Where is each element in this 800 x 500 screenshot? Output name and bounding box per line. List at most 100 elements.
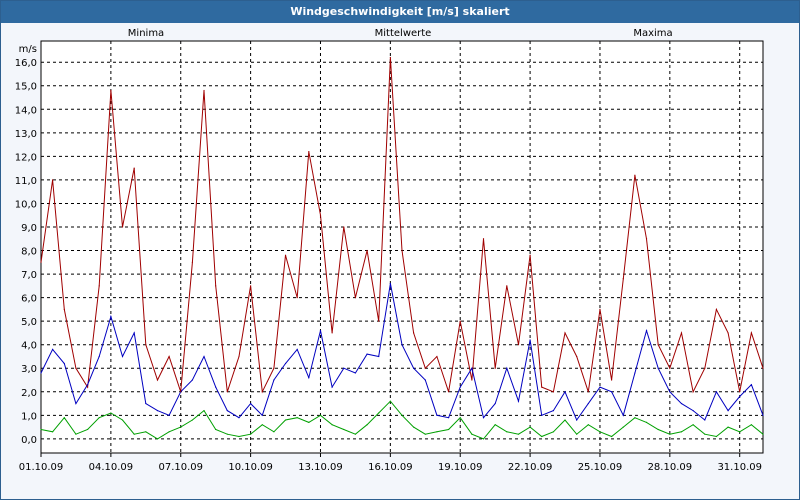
data-point-minima [168, 431, 170, 433]
data-point-minima [436, 431, 438, 433]
data-point-minima [471, 433, 473, 435]
data-point-maxima [75, 367, 77, 369]
data-point-maxima [203, 89, 205, 92]
legend-minima: Minima [128, 28, 164, 39]
data-point-mittelwerte [611, 391, 613, 393]
data-point-mittelwerte [622, 414, 624, 416]
data-point-mittelwerte [564, 391, 566, 393]
data-point-mittelwerte [354, 372, 357, 374]
data-point-mittelwerte [40, 372, 42, 374]
data-point-minima [121, 419, 124, 421]
data-point-minima [750, 424, 752, 426]
data-point-mittelwerte [366, 353, 368, 355]
data-point-mittelwerte [727, 410, 729, 412]
x-tick-label: 10.10.09 [228, 462, 273, 473]
data-point-mittelwerte [343, 367, 345, 369]
data-point-mittelwerte [576, 419, 578, 421]
x-tick-label: 31.10.09 [717, 462, 762, 473]
data-point-maxima [133, 167, 135, 169]
data-point-minima [657, 428, 659, 431]
y-tick-label: 15,0 [15, 82, 37, 93]
x-tick-label: 07.10.09 [158, 462, 203, 473]
data-point-mittelwerte [506, 367, 508, 369]
data-point-maxima [378, 320, 380, 322]
data-point-maxima [98, 285, 100, 287]
data-point-maxima [541, 386, 543, 388]
data-point-minima [611, 435, 613, 438]
data-point-maxima [261, 391, 263, 393]
data-point-minima [506, 431, 508, 433]
x-tick-label: 22.10.09 [508, 462, 553, 473]
data-point-minima [296, 417, 298, 419]
data-point-mittelwerte [250, 402, 252, 405]
data-point-maxima [447, 391, 450, 393]
data-point-maxima [354, 297, 357, 299]
wind-speed-chart: 0,0 1,0 2,0 3,0 4,0 5,0 6,0 7,0 8,0 9,0 10,0 11,0 12… [15, 28, 764, 473]
data-point-minima [145, 431, 147, 433]
data-point-mittelwerte [494, 402, 496, 405]
y-tick-label: 14,0 [15, 105, 37, 116]
data-point-mittelwerte [191, 379, 193, 381]
data-point-mittelwerte [261, 414, 263, 416]
data-point-mittelwerte [133, 332, 135, 334]
y-tick-label: 13,0 [15, 129, 37, 140]
data-point-maxima [529, 254, 531, 256]
data-point-minima [378, 412, 380, 414]
data-point-maxima [86, 386, 89, 388]
data-point-mittelwerte [750, 384, 752, 386]
data-point-maxima [587, 391, 589, 393]
data-point-minima [692, 424, 694, 426]
data-point-minima [564, 419, 566, 421]
data-point-minima [308, 421, 310, 423]
data-point-mittelwerte [215, 386, 217, 388]
data-point-maxima [622, 278, 624, 280]
data-point-minima [727, 426, 729, 428]
data-point-mittelwerte [436, 414, 438, 416]
data-point-maxima [715, 308, 718, 310]
data-point-minima [40, 428, 42, 431]
data-point-maxima [599, 308, 601, 310]
data-point-maxima [40, 261, 42, 263]
data-point-maxima [121, 226, 124, 228]
data-point-minima [98, 417, 100, 419]
data-point-minima [447, 428, 450, 431]
data-point-minima [762, 433, 764, 435]
data-point-maxima [762, 367, 764, 369]
data-point-maxima [401, 249, 403, 252]
data-point-maxima [389, 56, 391, 59]
data-point-maxima [436, 355, 438, 358]
data-point-mittelwerte [692, 410, 694, 412]
data-point-minima [529, 426, 531, 428]
data-point-maxima [517, 344, 520, 346]
data-point-maxima [506, 285, 508, 287]
data-point-mittelwerte [98, 355, 100, 358]
data-point-maxima [750, 332, 752, 334]
data-point-minima [424, 433, 426, 435]
data-point-maxima [238, 355, 240, 358]
data-point-minima [645, 421, 648, 423]
data-point-minima [273, 431, 275, 433]
data-point-maxima [704, 367, 706, 369]
y-axis-label: m/s [19, 44, 37, 55]
data-point-maxima [168, 355, 170, 358]
y-tick-label: 11,0 [15, 176, 37, 187]
data-point-minima [215, 428, 217, 431]
y-tick-label: 7,0 [21, 270, 37, 281]
y-tick-label: 2,0 [21, 388, 37, 399]
data-point-mittelwerte [378, 355, 380, 358]
window-title: Windgeschwindigkeit [m/s] skaliert [1, 1, 799, 23]
data-point-minima [156, 438, 159, 440]
data-point-minima [389, 400, 391, 402]
data-point-minima [366, 424, 368, 426]
data-point-mittelwerte [296, 348, 298, 351]
x-tick-label: 01.10.09 [19, 462, 64, 473]
data-point-minima [75, 433, 77, 435]
data-point-mittelwerte [634, 372, 636, 374]
data-point-minima [715, 435, 718, 438]
data-point-minima [250, 433, 252, 435]
data-point-minima [680, 431, 683, 433]
x-tick-label: 19.10.09 [438, 462, 483, 473]
data-point-minima [203, 410, 205, 412]
y-tick-label: 3,0 [21, 364, 37, 375]
data-point-minima [238, 435, 240, 438]
